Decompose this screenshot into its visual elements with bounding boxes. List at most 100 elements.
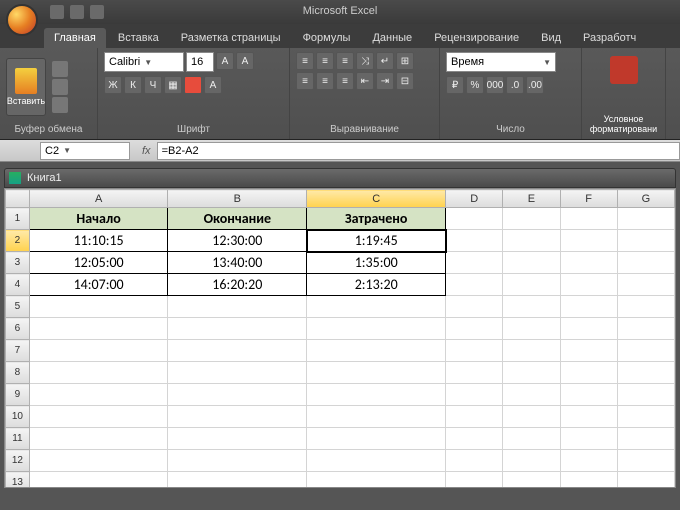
increase-font-icon[interactable]: A: [216, 52, 234, 70]
cell[interactable]: [503, 472, 560, 489]
cell[interactable]: [446, 472, 503, 489]
cell[interactable]: [307, 384, 446, 406]
align-right-icon[interactable]: ≡: [336, 72, 354, 90]
cell-D2[interactable]: [446, 230, 503, 252]
cell[interactable]: [168, 406, 307, 428]
tab-developer[interactable]: Разработч: [573, 28, 646, 48]
merge-icon[interactable]: ⊞: [396, 52, 414, 70]
cell[interactable]: [307, 296, 446, 318]
workbook-titlebar[interactable]: Книга1: [4, 168, 676, 188]
cell-G3[interactable]: [617, 252, 674, 274]
row-header-8[interactable]: 8: [6, 362, 30, 384]
row-header-1[interactable]: 1: [6, 208, 30, 230]
cell-E2[interactable]: [503, 230, 560, 252]
cell[interactable]: [29, 340, 168, 362]
cell[interactable]: [446, 406, 503, 428]
cell[interactable]: [503, 384, 560, 406]
cell-E3[interactable]: [503, 252, 560, 274]
cell-F4[interactable]: [560, 274, 617, 296]
conditional-format-icon[interactable]: [610, 56, 638, 84]
row-header-4[interactable]: 4: [6, 274, 30, 296]
row-header-11[interactable]: 11: [6, 428, 30, 450]
cell-F3[interactable]: [560, 252, 617, 274]
cell[interactable]: [29, 318, 168, 340]
increase-decimal-icon[interactable]: .0: [506, 76, 524, 94]
col-header-C[interactable]: C: [307, 190, 446, 208]
spreadsheet-grid[interactable]: A B C D E F G 1 Начало Окончание Затраче…: [4, 188, 676, 488]
cell-C3[interactable]: 1:35:00: [307, 252, 446, 274]
cell[interactable]: [617, 340, 674, 362]
cell[interactable]: [503, 428, 560, 450]
cell[interactable]: [168, 340, 307, 362]
cell[interactable]: [560, 362, 617, 384]
tab-home[interactable]: Главная: [44, 28, 106, 48]
cell[interactable]: [560, 450, 617, 472]
cell[interactable]: [617, 362, 674, 384]
cell[interactable]: [617, 384, 674, 406]
cell[interactable]: [307, 340, 446, 362]
format-painter-icon[interactable]: [52, 97, 68, 113]
cell[interactable]: [168, 384, 307, 406]
col-header-D[interactable]: D: [446, 190, 503, 208]
cell[interactable]: [29, 362, 168, 384]
cell[interactable]: [168, 296, 307, 318]
wrap-text-icon[interactable]: ↵: [376, 52, 394, 70]
cell-C1[interactable]: Затрачено: [307, 208, 446, 230]
tab-pagelayout[interactable]: Разметка страницы: [171, 28, 291, 48]
cell-C2[interactable]: 1:19:45: [307, 230, 446, 252]
office-button[interactable]: [6, 4, 38, 36]
cell-F2[interactable]: [560, 230, 617, 252]
align-left-icon[interactable]: ≡: [296, 72, 314, 90]
cell[interactable]: [29, 406, 168, 428]
cell-D4[interactable]: [446, 274, 503, 296]
cell[interactable]: [29, 450, 168, 472]
fx-icon[interactable]: fx: [142, 145, 151, 157]
cell[interactable]: [617, 428, 674, 450]
cell-B4[interactable]: 16:20:20: [168, 274, 307, 296]
cell[interactable]: [560, 406, 617, 428]
row-header-12[interactable]: 12: [6, 450, 30, 472]
currency-icon[interactable]: ₽: [446, 76, 464, 94]
cell-G2[interactable]: [617, 230, 674, 252]
cell-D3[interactable]: [446, 252, 503, 274]
increase-indent-icon[interactable]: ⇥: [376, 72, 394, 90]
row-header-10[interactable]: 10: [6, 406, 30, 428]
name-box[interactable]: C2▼: [40, 142, 130, 160]
select-all-corner[interactable]: [6, 190, 30, 208]
row-header-6[interactable]: 6: [6, 318, 30, 340]
cell[interactable]: [307, 428, 446, 450]
cell[interactable]: [617, 406, 674, 428]
save-icon[interactable]: [50, 5, 64, 19]
cell[interactable]: [617, 472, 674, 489]
cell-B3[interactable]: 13:40:00: [168, 252, 307, 274]
comma-icon[interactable]: 000: [486, 76, 504, 94]
cell[interactable]: [617, 318, 674, 340]
tab-formulas[interactable]: Формулы: [293, 28, 361, 48]
cell-A1[interactable]: Начало: [29, 208, 168, 230]
cell[interactable]: [168, 450, 307, 472]
cell[interactable]: [307, 472, 446, 489]
cell[interactable]: [307, 362, 446, 384]
row-header-3[interactable]: 3: [6, 252, 30, 274]
row-header-13[interactable]: 13: [6, 472, 30, 489]
cell-A2[interactable]: 11:10:15: [29, 230, 168, 252]
cell-G1[interactable]: [617, 208, 674, 230]
tab-data[interactable]: Данные: [362, 28, 422, 48]
cell[interactable]: [307, 318, 446, 340]
cell[interactable]: [168, 318, 307, 340]
percent-icon[interactable]: %: [466, 76, 484, 94]
cell[interactable]: [29, 428, 168, 450]
formula-input[interactable]: =B2-A2: [157, 142, 680, 160]
cell[interactable]: [560, 318, 617, 340]
cell[interactable]: [446, 340, 503, 362]
cell[interactable]: [560, 340, 617, 362]
row-header-7[interactable]: 7: [6, 340, 30, 362]
cell[interactable]: [307, 406, 446, 428]
align-bottom-icon[interactable]: ≡: [336, 52, 354, 70]
cell[interactable]: [446, 296, 503, 318]
cell[interactable]: [560, 384, 617, 406]
col-header-B[interactable]: B: [168, 190, 307, 208]
tab-review[interactable]: Рецензирование: [424, 28, 529, 48]
cell[interactable]: [617, 296, 674, 318]
fill-color-button[interactable]: [184, 76, 202, 94]
